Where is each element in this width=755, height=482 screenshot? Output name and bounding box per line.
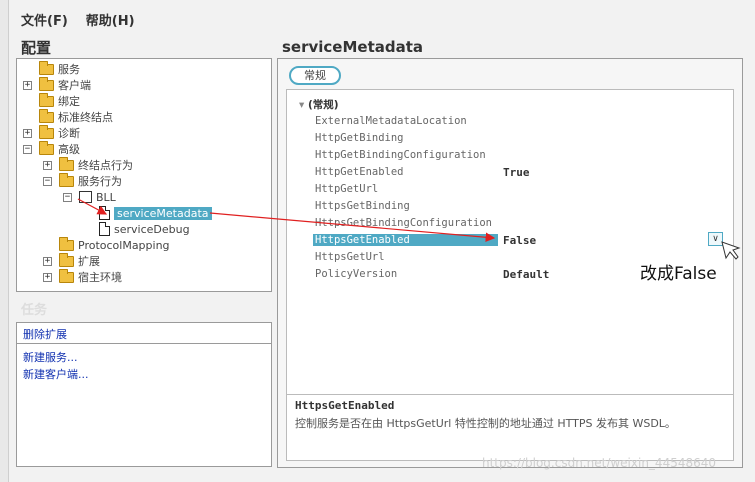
description-text: 控制服务是否在由 HttpsGetUrl 特性控制的地址通过 HTTPS 发布其… <box>295 417 676 430</box>
prop-value[interactable]: False <box>503 234 536 247</box>
prop-name[interactable]: HttpGetEnabled <box>315 166 404 178</box>
expand-icon[interactable]: + <box>43 161 52 170</box>
prop-name[interactable]: HttpsGetUrl <box>315 251 385 263</box>
folder-icon <box>39 60 54 75</box>
tree-item-standard-endpoints[interactable]: 标准终结点 <box>39 108 113 125</box>
tree-item-bll[interactable]: BLL <box>79 189 116 205</box>
group-label: (常规) <box>307 99 339 111</box>
folder-icon <box>39 140 54 155</box>
tree-item-bindings[interactable]: 绑定 <box>39 92 80 109</box>
tree-item-label: 终结点行为 <box>78 159 133 172</box>
tree-item-label: serviceMetadata <box>114 206 212 220</box>
folder-icon <box>59 252 74 267</box>
expand-icon[interactable]: + <box>43 257 52 266</box>
tree-item-protocol-mapping[interactable]: ProtocolMapping <box>59 236 170 253</box>
prop-name[interactable]: HttpGetUrl <box>315 183 378 195</box>
prop-name[interactable]: ExternalMetadataLocation <box>315 115 467 127</box>
menu-bar: 文件(F) 帮助(H) <box>21 10 135 29</box>
collapse-arrow-icon: ▾ <box>299 99 305 111</box>
document-icon <box>99 222 110 236</box>
behavior-icon <box>79 191 92 203</box>
prop-name[interactable]: PolicyVersion <box>315 268 397 280</box>
menu-help[interactable]: 帮助(H) <box>86 10 135 29</box>
tree-item-label: 高级 <box>58 143 80 156</box>
tree-item-service-debug[interactable]: serviceDebug <box>99 221 190 237</box>
watermark: https://blog.csdn.net/weixin_44548640 <box>482 456 717 470</box>
group-header[interactable]: ▾ (常规) <box>299 97 339 112</box>
prop-name[interactable]: HttpsGetBinding <box>315 200 410 212</box>
tree-item-label: 宿主环境 <box>78 271 122 284</box>
tree-item-label: 诊断 <box>58 127 80 140</box>
collapse-icon[interactable]: − <box>23 145 32 154</box>
tree-item-service-behaviors[interactable]: 服务行为 <box>59 172 122 189</box>
folder-icon <box>59 236 74 251</box>
folder-icon <box>39 92 54 107</box>
tree-item-label: BLL <box>96 190 116 204</box>
collapse-icon[interactable]: − <box>63 193 72 202</box>
tree-item-diagnostics[interactable]: 诊断 <box>39 124 80 141</box>
prop-name[interactable]: HttpsGetBindingConfiguration <box>315 217 492 229</box>
window: 文件(F) 帮助(H) 配置 服务 + 客户端 绑定 标准终结点 + 诊断 − … <box>8 0 755 482</box>
tree-item-services[interactable]: 服务 <box>39 60 80 77</box>
folder-icon <box>39 108 54 123</box>
folder-icon <box>39 124 54 139</box>
tree-item-label: 扩展 <box>78 255 100 268</box>
expand-icon[interactable]: + <box>43 273 52 282</box>
menu-file[interactable]: 文件(F) <box>21 10 68 29</box>
divider <box>17 343 271 344</box>
folder-icon <box>59 172 74 187</box>
tasks-panel: 删除扩展 新建服务... 新建客户端... <box>16 322 272 467</box>
prop-name[interactable]: HttpGetBindingConfiguration <box>315 149 486 161</box>
folder-icon <box>39 76 54 91</box>
tree-item-label: 服务行为 <box>78 175 122 188</box>
config-header: 配置 <box>21 39 52 57</box>
collapse-icon[interactable]: − <box>43 177 52 186</box>
tab-general[interactable]: 常规 <box>289 66 341 85</box>
right-header: serviceMetadata <box>282 38 424 56</box>
tree-item-extensions[interactable]: 扩展 <box>59 252 100 269</box>
delete-extension-link[interactable]: 删除扩展 <box>23 326 67 342</box>
folder-icon <box>59 156 74 171</box>
description-title: HttpsGetEnabled <box>295 399 395 412</box>
tree-item-label: 服务 <box>58 63 80 76</box>
tree-item-label: 客户端 <box>58 79 91 92</box>
expand-icon[interactable]: + <box>23 81 32 90</box>
tree-item-label: ProtocolMapping <box>78 238 170 252</box>
prop-value[interactable]: True <box>503 166 530 179</box>
tree-item-endpoint-behaviors[interactable]: 终结点行为 <box>59 156 133 173</box>
tree-item-label: 绑定 <box>58 95 80 108</box>
new-service-link[interactable]: 新建服务... <box>23 349 78 365</box>
tree-item-advanced[interactable]: 高级 <box>39 140 80 157</box>
tasks-header: 任务 <box>21 303 48 318</box>
folder-icon <box>59 268 74 283</box>
tree-item-client[interactable]: 客户端 <box>39 76 91 93</box>
divider <box>287 394 733 395</box>
tree-item-label: 标准终结点 <box>58 111 113 124</box>
new-client-link[interactable]: 新建客户端... <box>23 366 89 382</box>
expand-icon[interactable]: + <box>23 129 32 138</box>
config-tree[interactable]: 服务 + 客户端 绑定 标准终结点 + 诊断 − 高级 + 终结点行为 − 服务… <box>16 58 272 292</box>
chevron-down-icon[interactable]: ∨ <box>708 232 723 246</box>
prop-name-selected[interactable]: HttpsGetEnabled <box>313 234 498 246</box>
document-icon <box>99 206 110 220</box>
prop-name[interactable]: HttpGetBinding <box>315 132 404 144</box>
annotation-text: 改成False <box>640 264 717 284</box>
prop-value[interactable]: Default <box>503 268 549 281</box>
tree-item-label: serviceDebug <box>114 222 190 236</box>
tree-item-hosting-environment[interactable]: 宿主环境 <box>59 268 122 285</box>
tree-item-service-metadata[interactable]: serviceMetadata <box>99 205 212 221</box>
